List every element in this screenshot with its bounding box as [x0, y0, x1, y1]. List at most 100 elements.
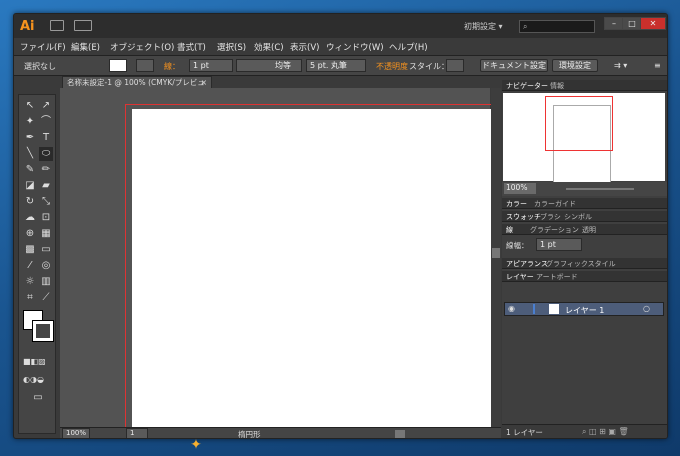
perspective-grid-tool-icon[interactable]: ▦ [39, 227, 53, 241]
navigator-zoom-slider[interactable] [566, 188, 634, 190]
vertical-scrollbar[interactable] [491, 88, 501, 428]
search-icon: ⌕ [523, 22, 528, 31]
fill-swatch[interactable] [109, 59, 127, 72]
menu-type[interactable]: 書式(T) [177, 41, 206, 53]
horizontal-scroll-thumb[interactable] [395, 430, 405, 438]
symbol-sprayer-tool-icon[interactable]: ☼ [23, 275, 37, 289]
close-button[interactable]: ✕ [640, 17, 666, 30]
tab-info[interactable]: 情報 [550, 81, 564, 91]
magic-wand-tool-icon[interactable]: ✦ [23, 115, 37, 129]
tab-stroke[interactable]: 線 [506, 225, 513, 235]
layer-row[interactable]: ◉ レイヤー 1 ○ [504, 302, 664, 316]
layer-target-icon[interactable]: ○ [643, 304, 650, 313]
preferences-button[interactable]: 環境設定 [552, 59, 598, 72]
eyedropper-tool-icon[interactable]: ⁄ [23, 259, 37, 273]
layer-color-bar [533, 304, 535, 314]
tab-swatches[interactable]: スウォッチ [506, 212, 541, 222]
control-panel-menu-icon[interactable]: ≡ [654, 61, 661, 70]
menu-edit[interactable]: 編集(E) [71, 41, 100, 53]
screen-mode-icon[interactable]: ▭ [31, 391, 45, 405]
selection-tool-icon[interactable]: ↖ [23, 99, 37, 113]
variable-width-profile[interactable]: 均等 [236, 59, 302, 72]
stroke-weight-panel-field[interactable]: 1 pt [536, 238, 582, 251]
slice-tool-icon[interactable]: ⟋ [39, 291, 53, 305]
stroke-color-box[interactable] [32, 320, 54, 342]
warp-tool-icon[interactable]: ☁ [23, 211, 37, 225]
layers-panel-footer: 1 レイヤー ⌕ ◫ ⊞ ▣ 🗑 [502, 424, 667, 438]
tab-color-guide[interactable]: カラーガイド [534, 199, 576, 209]
draw-mode-icon[interactable]: ◐◑◒ [23, 373, 44, 387]
type-tool-icon[interactable]: T [39, 131, 53, 145]
status-bar: 100% 1 楕円形 [60, 427, 501, 438]
navigator-view-rect[interactable] [545, 96, 613, 151]
visibility-eye-icon[interactable]: ◉ [508, 304, 515, 313]
vertical-scroll-thumb[interactable] [492, 248, 500, 258]
menu-bar: ファイル(F) 編集(E) オブジェクト(O) 書式(T) 選択(S) 効果(C… [14, 38, 667, 56]
zoom-field[interactable]: 100% [62, 428, 90, 438]
blob-brush-tool-icon[interactable]: ◪ [23, 179, 37, 193]
tab-artboards[interactable]: アートボード [536, 272, 578, 282]
brush-definition[interactable]: 5 pt. 丸筆 [306, 59, 366, 72]
title-bar: Ai 初期設定 ▾ ⌕ – □ ✕ [14, 14, 667, 38]
shape-builder-tool-icon[interactable]: ⊕ [23, 227, 37, 241]
menu-object[interactable]: オブジェクト(O) [110, 41, 174, 53]
menu-window[interactable]: ウィンドウ(W) [326, 41, 384, 53]
artboard-tool-icon[interactable]: ⌗ [23, 291, 37, 305]
rotate-tool-icon[interactable]: ↻ [23, 195, 37, 209]
pen-tool-icon[interactable]: ✒ [23, 131, 37, 145]
search-input[interactable]: ⌕ [519, 20, 595, 33]
layer-name[interactable]: レイヤー 1 [565, 305, 604, 316]
menu-file[interactable]: ファイル(F) [20, 41, 66, 53]
stroke-label[interactable]: 線： [164, 61, 180, 72]
arrange-documents-icon[interactable]: ⇉ ▾ [614, 61, 627, 70]
stroke-swatch[interactable] [136, 59, 154, 72]
layer-actions-icon[interactable]: ⌕ ◫ ⊞ ▣ 🗑 [582, 427, 629, 437]
navigator-zoom-field[interactable]: 100% [504, 183, 536, 194]
line-tool-icon[interactable]: ╲ [23, 147, 37, 161]
menu-effect[interactable]: 効果(C) [254, 41, 284, 53]
direct-selection-tool-icon[interactable]: ↗ [39, 99, 53, 113]
eraser-tool-icon[interactable]: ▰ [39, 179, 53, 193]
navigator-preview[interactable] [503, 93, 665, 185]
style-swatch[interactable] [446, 59, 464, 72]
tab-gradient[interactable]: グラデーション [530, 225, 579, 235]
graph-tool-icon[interactable]: ▥ [39, 275, 53, 289]
artboard[interactable] [132, 109, 494, 438]
mesh-tool-icon[interactable]: ▩ [23, 243, 37, 257]
tab-brushes[interactable]: ブラシ [540, 212, 561, 222]
menu-select[interactable]: 選択(S) [217, 41, 246, 53]
pencil-tool-icon[interactable]: ✏ [39, 163, 53, 177]
app-logo: Ai [20, 19, 35, 34]
ellipse-tool-icon[interactable]: ⬭ [39, 147, 53, 161]
menu-help[interactable]: ヘルプ(H) [389, 41, 428, 53]
selection-status: 選択なし [24, 62, 56, 71]
document-setup-button[interactable]: ドキュメント設定 [480, 59, 548, 72]
paintbrush-tool-icon[interactable]: ✎ [23, 163, 37, 177]
opacity-label[interactable]: 不透明度 [376, 61, 408, 72]
free-transform-tool-icon[interactable]: ⊡ [39, 211, 53, 225]
gradient-tool-icon[interactable]: ▭ [39, 243, 53, 257]
minimize-button[interactable]: – [604, 17, 624, 30]
tab-transparency[interactable]: 透明 [582, 225, 596, 235]
tab-appearance[interactable]: アピアランス [506, 259, 548, 269]
scale-tool-icon[interactable]: ⤡ [39, 195, 53, 209]
layer-count: 1 レイヤー [506, 428, 543, 437]
menu-view[interactable]: 表示(V) [290, 41, 319, 53]
tab-close-icon[interactable]: × [201, 77, 207, 88]
tab-navigator[interactable]: ナビゲーター [506, 81, 548, 91]
artboard-number-field[interactable]: 1 [126, 428, 148, 438]
tab-graphic-styles[interactable]: グラフィックスタイル [546, 259, 616, 269]
layers-panel-header: レイヤー アートボード [502, 271, 667, 282]
control-panel: 選択なし 線： 1 pt 均等 5 pt. 丸筆 不透明度 スタイル： ドキュメ… [14, 56, 667, 76]
bridge-icon[interactable] [50, 20, 64, 31]
lasso-tool-icon[interactable]: ⌒ [39, 115, 53, 129]
stroke-weight-field[interactable]: 1 pt [189, 59, 233, 72]
workspace-switcher[interactable]: 初期設定 ▾ [464, 21, 503, 32]
maximize-button[interactable]: □ [622, 17, 642, 30]
color-mode-icon[interactable]: ■◧▨ [23, 355, 46, 369]
arrange-icon[interactable] [74, 20, 92, 31]
tab-color[interactable]: カラー [506, 199, 527, 209]
blend-tool-icon[interactable]: ◎ [39, 259, 53, 273]
tab-layers[interactable]: レイヤー [506, 272, 534, 282]
tab-symbols[interactable]: シンボル [564, 212, 592, 222]
